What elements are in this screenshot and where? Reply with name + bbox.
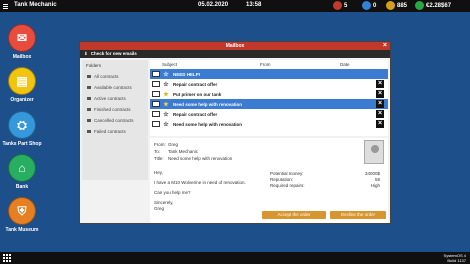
delete-icon[interactable]: ×	[376, 110, 384, 118]
delete-icon[interactable]: ×	[376, 120, 384, 128]
top-bar: Tank Mechanic 05.02.2020 13:58 5 0 885 €…	[0, 0, 470, 12]
preview-from: From: Greg	[154, 142, 179, 147]
start-grid-icon[interactable]	[3, 254, 11, 262]
stat-2: 0	[362, 1, 376, 10]
folders-sidebar: Folders All contracts Available contract…	[82, 60, 148, 180]
desktop-icon-bank[interactable]: ⌂ Bank	[0, 154, 44, 190]
stat-2-icon	[362, 1, 371, 10]
required-repairs-row: Required repairs: High	[270, 183, 380, 188]
envelope-icon	[152, 101, 160, 107]
desktop-icon-mailbox[interactable]: ✉ Mailbox	[0, 24, 44, 60]
envelope-icon	[152, 81, 160, 87]
time-display: 13:58	[246, 2, 262, 8]
email-row[interactable]: ☆ NEED HELP!	[150, 69, 388, 79]
envelope-icon	[152, 111, 160, 117]
bottom-bar: SystemOS 4 Build 1137	[0, 252, 470, 264]
star-icon[interactable]: ☆	[162, 71, 170, 78]
folder-available-contracts[interactable]: Available contracts	[82, 82, 148, 93]
bank-icon: ⌂	[8, 154, 36, 182]
envelope-icon	[152, 121, 160, 127]
contract-details: Potential money: 34000$ Reputation: 59 Req…	[270, 171, 380, 189]
stat-4: €2.28$67	[415, 1, 451, 10]
envelope-icon	[152, 71, 160, 77]
star-icon[interactable]: ☆	[162, 121, 170, 128]
preview-to: To: Tank Mechanic	[154, 149, 199, 154]
email-row[interactable]: ★ Put primer on our tank ×	[150, 89, 388, 99]
star-icon[interactable]: ★	[162, 91, 170, 98]
folder-cancelled-contracts[interactable]: Cancelled contracts	[82, 115, 148, 126]
email-row[interactable]: ☆ Repair contract offer ×	[150, 79, 388, 89]
column-subject[interactable]: Subject	[150, 60, 260, 69]
stat-1: 5	[333, 1, 347, 10]
envelope-icon	[152, 91, 160, 97]
folders-header: Folders	[86, 63, 102, 68]
mailbox-window: Mailbox × ⬇ Check for new emails Folders …	[79, 41, 391, 224]
delete-icon[interactable]: ×	[376, 90, 384, 98]
avatar	[364, 140, 384, 164]
museum-icon: ⛨	[8, 197, 36, 225]
folder-finished-contracts[interactable]: Finished contracts	[82, 104, 148, 115]
column-from[interactable]: From	[260, 60, 340, 69]
desktop-icon-tank-shop[interactable]: ⛭ Tanks Part Shop	[0, 111, 44, 147]
menu-icon[interactable]	[0, 3, 10, 9]
decline-order-button[interactable]: Decline the order	[330, 211, 386, 219]
stat-1-icon	[333, 1, 342, 10]
app-title: Tank Mechanic	[14, 2, 57, 8]
tank-shop-icon: ⛭	[8, 111, 36, 139]
star-icon[interactable]: ☆	[162, 111, 170, 118]
date-display: 05.02.2020	[198, 2, 229, 8]
email-row[interactable]: ★ Need some help with renovation ×	[150, 99, 388, 109]
mail-icon: ✉	[8, 24, 36, 52]
email-row[interactable]: ☆ Need some help with renovation ×	[150, 119, 388, 129]
preview-body-line: Greg	[154, 206, 165, 211]
delete-icon[interactable]: ×	[376, 100, 384, 108]
desktop-icon-organizer[interactable]: ▤ Organizer	[0, 67, 44, 103]
email-list-header: Subject From Date	[150, 60, 388, 69]
folder-active-contracts[interactable]: Active contracts	[82, 93, 148, 104]
stat-3: 885	[386, 1, 407, 10]
stat-3-icon	[386, 1, 395, 10]
preview-body-line: Sincerely,	[154, 200, 174, 205]
folder-failed-contracts[interactable]: Failed contracts	[82, 126, 148, 137]
preview-body-line: Hey,	[154, 170, 163, 175]
check-new-emails-button[interactable]: ⬇ Check for new emails	[80, 50, 390, 58]
email-preview: From: Greg To: Tank Mechanic Title: Need so…	[150, 138, 388, 223]
window-title: Mailbox	[225, 43, 245, 49]
organizer-icon: ▤	[8, 67, 36, 95]
preview-body-line: I have a M10 Wolverine in need of renova…	[154, 180, 246, 185]
email-list: Subject From Date ☆ NEED HELP! ☆ Repair …	[150, 60, 388, 136]
close-icon[interactable]: ×	[383, 42, 387, 50]
star-icon[interactable]: ★	[162, 101, 170, 108]
desktop-icon-tank-museum[interactable]: ⛨ Tank Museum	[0, 197, 44, 233]
email-row[interactable]: ☆ Repair contract offer ×	[150, 109, 388, 119]
folder-all-contracts[interactable]: All contracts	[82, 71, 148, 82]
download-icon: ⬇	[84, 51, 88, 56]
stat-4-icon	[415, 1, 424, 10]
window-title-bar: Mailbox ×	[80, 42, 390, 50]
star-icon[interactable]: ☆	[162, 81, 170, 88]
accept-order-button[interactable]: Accept the order	[262, 211, 326, 219]
build-info: SystemOS 4 Build 1137	[443, 253, 466, 263]
preview-body-line: Can you help me?	[154, 190, 191, 195]
preview-title: Title: Need some help with renovation	[154, 156, 233, 161]
delete-icon[interactable]: ×	[376, 80, 384, 88]
column-date[interactable]: Date	[340, 60, 388, 69]
